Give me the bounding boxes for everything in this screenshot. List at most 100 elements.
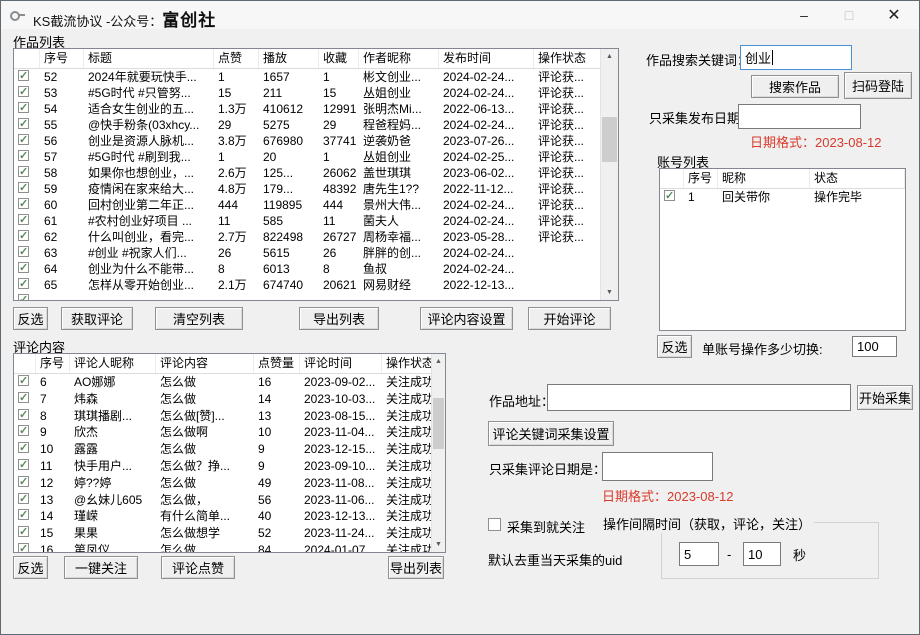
comment-row[interactable]: 6 AO娜娜 怎么做 16 2023-09-02... 关注成功 [14,374,432,391]
works-col-date[interactable]: 发布时间 [439,49,534,68]
works-col-plays[interactable]: 播放 [259,49,319,68]
row-checkbox[interactable] [18,294,29,301]
works-export-button[interactable]: 导出列表 [299,307,379,330]
comment-row[interactable]: 15 果果 怎么做想学 52 2023-11-24... 关注成功 [14,525,432,542]
comments-col-nick[interactable]: 评论人昵称 [70,354,156,373]
row-checkbox[interactable] [18,214,29,225]
works-col-id[interactable]: 序号 [40,49,84,68]
scroll-down-icon[interactable]: ▼ [601,285,618,300]
comment-row[interactable]: 14 瑾嵘 有什么简单... 40 2023-12-13... 关注成功 [14,508,432,525]
account-row[interactable]: 1 回关带你 操作完毕 [660,189,905,206]
row-checkbox[interactable] [18,166,29,177]
scrollbar-thumb[interactable] [433,398,444,449]
works-row[interactable]: 60 回村创业第二年正... 444 119895 444 景州大伟... 20… [14,197,601,213]
follow-all-button[interactable]: 一键关注 [64,556,138,579]
accounts-col-id[interactable]: 序号 [684,169,718,188]
scroll-down-icon[interactable]: ▼ [432,537,445,552]
accounts-invert-button[interactable]: 反选 [657,335,692,358]
row-checkbox[interactable] [18,230,29,241]
works-col-status[interactable]: 操作状态 [534,49,601,68]
comment-row[interactable]: 13 @幺妹儿605 怎么做， 56 2023-11-06... 关注成功 [14,492,432,509]
row-checkbox[interactable] [18,262,29,273]
works-table-header[interactable]: 序号 标题 点赞 播放 收藏 作者昵称 发布时间 操作状态 [14,49,601,69]
comment-row[interactable]: 12 婷??婷 怎么做 49 2023-11-08... 关注成功 [14,475,432,492]
start-collect-button[interactable]: 开始采集 [857,385,913,410]
comments-table-header[interactable]: 序号 评论人昵称 评论内容 点赞量 评论时间 操作状态 [14,354,432,374]
publish-date-input[interactable] [738,104,861,129]
search-works-button[interactable]: 搜索作品 [751,75,839,98]
row-checkbox[interactable] [18,150,29,161]
works-row[interactable] [14,293,601,301]
comment-date-input[interactable] [602,452,713,481]
search-keyword-input[interactable]: 创业 [740,45,852,70]
works-row[interactable]: 61 #农村创业好项目 ... 11 585 11 菌夫人 2024-02-24… [14,213,601,229]
comment-row[interactable]: 10 露露 怎么做 9 2023-12-15... 关注成功 [14,441,432,458]
works-invert-button[interactable]: 反选 [13,307,48,330]
works-row[interactable]: 64 创业为什么不能带... 8 6013 8 鱼叔 2024-02-24... [14,261,601,277]
follow-on-collect-checkbox[interactable] [488,518,501,531]
comment-row[interactable]: 8 琪琪播剧... 怎么做[赞]... 13 2023-08-15... 关注成… [14,408,432,425]
comment-row[interactable]: 9 欣杰 怎么做啊 10 2023-11-04... 关注成功 [14,424,432,441]
row-checkbox[interactable] [18,375,29,386]
works-row[interactable]: 65 怎样从零开始创业... 2.1万 674740 20621 网易财经 20… [14,277,601,293]
scrollbar-thumb[interactable] [602,117,617,162]
comments-col-likes[interactable]: 点赞量 [254,354,300,373]
works-row[interactable]: 59 疫情闲在家来给大... 4.8万 179... 48392 唐先生1?? … [14,181,601,197]
row-checkbox[interactable] [18,442,29,453]
accounts-table-header[interactable]: 序号 昵称 状态 [660,169,905,189]
row-checkbox[interactable] [18,102,29,113]
row-checkbox[interactable] [18,392,29,403]
scroll-up-icon[interactable]: ▲ [601,49,618,64]
like-comments-button[interactable]: 评论点赞 [161,556,235,579]
row-checkbox[interactable] [18,509,29,520]
works-row[interactable]: 57 #5G时代 #刷到我... 1 20 1 丛姐创业 2024-02-25.… [14,149,601,165]
works-col-title[interactable]: 标题 [84,49,214,68]
row-checkbox[interactable] [18,86,29,97]
comments-export-button[interactable]: 导出列表 [388,556,444,579]
works-row[interactable]: 55 @快手粉条(03xhcy... 29 5275 29 程爸程妈... 20… [14,117,601,133]
close-button[interactable]: ✕ [872,1,916,29]
account-switch-input[interactable]: 100 [852,336,897,357]
comments-scrollbar[interactable]: ▲ ▼ [431,354,445,552]
works-row[interactable]: 56 创业是资源人脉机... 3.8万 676980 37741 逆袭奶爸 20… [14,133,601,149]
start-comment-button[interactable]: 开始评论 [528,307,611,330]
interval-max-input[interactable]: 10 [743,542,781,566]
works-row[interactable]: 53 #5G时代 #只管努... 15 211 15 丛姐创业 2024-02-… [14,85,601,101]
qr-login-button[interactable]: 扫码登陆 [844,72,912,99]
comments-invert-button[interactable]: 反选 [13,556,48,579]
row-checkbox[interactable] [18,182,29,193]
works-col-author[interactable]: 作者昵称 [359,49,439,68]
row-checkbox[interactable] [18,198,29,209]
row-checkbox[interactable] [18,409,29,420]
comments-col-status[interactable]: 操作状态 [382,354,432,373]
works-row[interactable]: 63 #创业 #祝家人们... 26 5615 26 胖胖的创... 2024-… [14,245,601,261]
accounts-col-nick[interactable]: 昵称 [718,169,810,188]
row-checkbox[interactable] [18,246,29,257]
comments-col-id[interactable]: 序号 [36,354,70,373]
row-checkbox[interactable] [18,425,29,436]
row-checkbox[interactable] [18,70,29,81]
works-col-likes[interactable]: 点赞 [214,49,259,68]
row-checkbox[interactable] [664,190,675,201]
works-row[interactable]: 54 适合女生创业的五... 1.3万 410612 12991 张明杰Mi..… [14,101,601,117]
comment-row[interactable]: 11 快手用户... 怎么做？挣... 9 2023-09-10... 关注成功 [14,458,432,475]
interval-min-input[interactable]: 5 [679,542,719,566]
row-checkbox[interactable] [18,493,29,504]
row-checkbox[interactable] [18,476,29,487]
works-row[interactable]: 62 什么叫创业，看完... 2.7万 822498 26727 周杨幸福...… [14,229,601,245]
row-checkbox[interactable] [18,118,29,129]
works-scrollbar[interactable]: ▲ ▼ [600,49,618,300]
accounts-col-status[interactable]: 状态 [810,169,905,188]
works-row[interactable]: 52 2024年就要玩快手... 1 1657 1 彬文创业... 2024-0… [14,69,601,85]
get-comments-button[interactable]: 获取评论 [61,307,133,330]
scroll-up-icon[interactable]: ▲ [432,354,445,369]
work-url-input[interactable] [547,384,851,411]
row-checkbox[interactable] [18,543,29,553]
works-row[interactable]: 58 如果你也想创业，... 2.6万 125... 26062 盖世琪琪 20… [14,165,601,181]
comment-content-settings-button[interactable]: 评论内容设置 [420,307,513,330]
works-col-favs[interactable]: 收藏 [319,49,359,68]
comment-row[interactable]: 16 第凤仪 怎么做 84 2024-01-07... 关注成功 [14,542,432,553]
clear-list-button[interactable]: 清空列表 [155,307,243,330]
row-checkbox[interactable] [18,459,29,470]
row-checkbox[interactable] [18,526,29,537]
